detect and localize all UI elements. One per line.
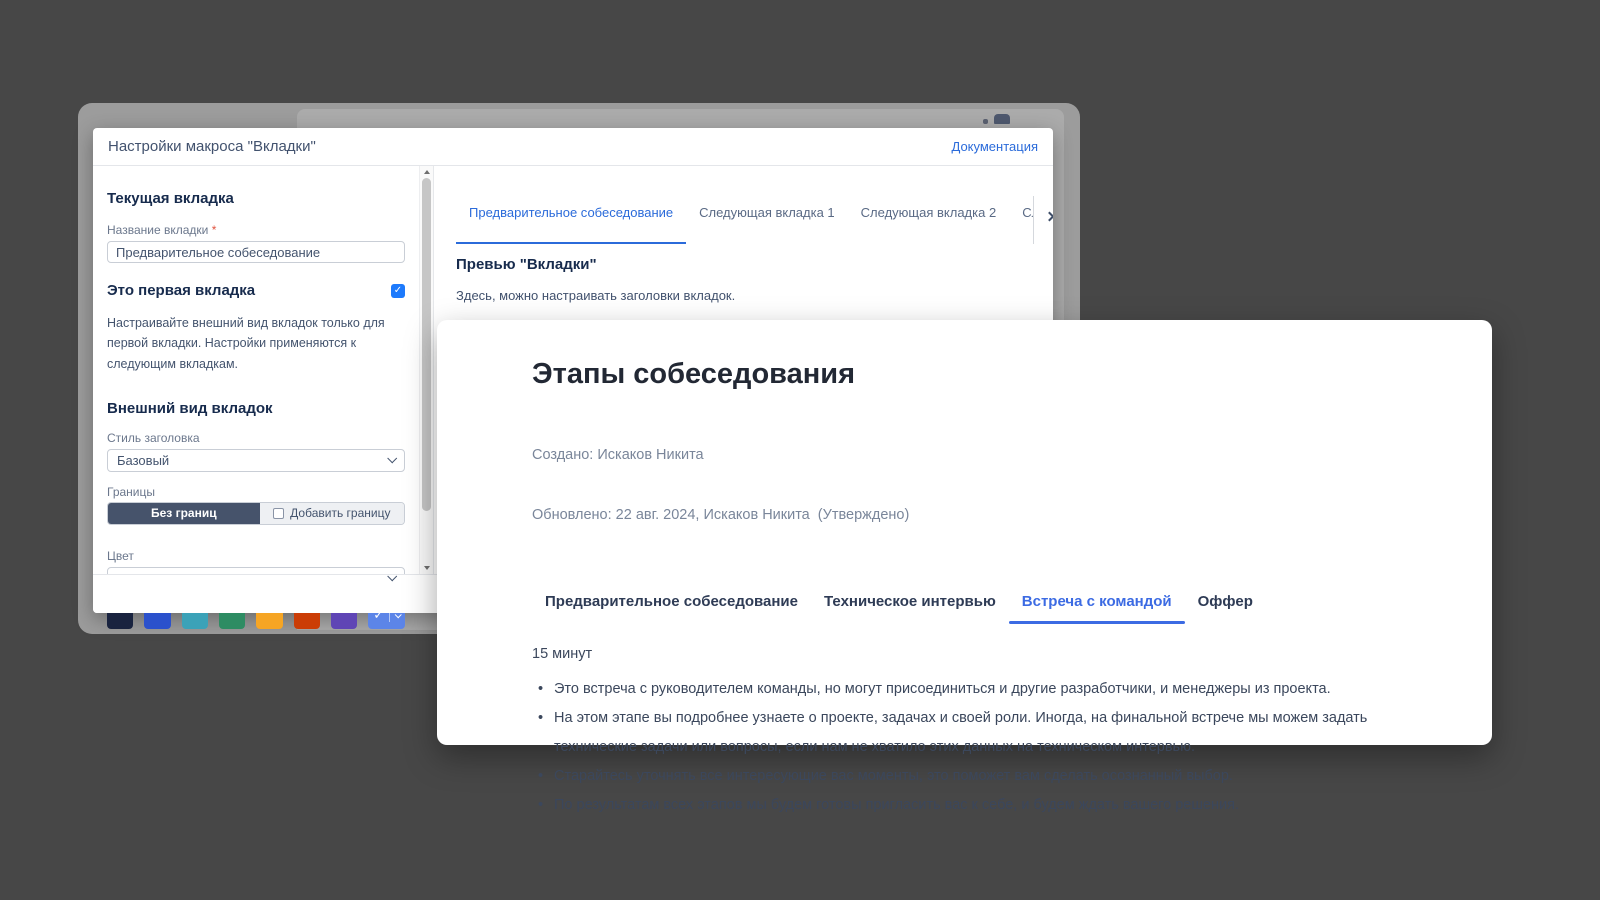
borders-label: Границы bbox=[107, 485, 405, 499]
created-line: Создано: Искаков Никита bbox=[532, 445, 1432, 465]
triangle-up-icon bbox=[424, 170, 430, 174]
tab-name-input[interactable] bbox=[107, 241, 405, 263]
first-tab-checkbox[interactable]: ✓ bbox=[391, 284, 405, 298]
more-tabs-button[interactable] bbox=[1046, 206, 1053, 226]
borders-toggle: Без границ Добавить границу bbox=[107, 502, 405, 525]
settings-form: Текущая вкладка Название вкладки * Это п… bbox=[93, 166, 419, 574]
document-tab-bar: Предварительное собеседование Техническо… bbox=[532, 585, 1432, 624]
doc-tab-technical[interactable]: Техническое интервью bbox=[811, 585, 1009, 624]
doc-tab-preliminary[interactable]: Предварительное собеседование bbox=[532, 585, 811, 624]
header-style-select[interactable]: Базовый bbox=[107, 449, 405, 472]
appearance-section-title: Внешний вид вкладок bbox=[107, 400, 405, 417]
header-style-label: Стиль заголовка bbox=[107, 431, 405, 445]
scroll-up-arrow[interactable] bbox=[420, 166, 433, 178]
chevron-right-icon bbox=[1045, 211, 1053, 221]
list-item: На этом этапе вы подробнее узнаете о про… bbox=[532, 704, 1412, 762]
preview-tab-2[interactable]: Следующая вкладка 1 bbox=[686, 196, 848, 244]
scrollbar-thumb[interactable] bbox=[422, 178, 431, 511]
documentation-link[interactable]: Документация bbox=[952, 139, 1039, 154]
preview-tab-bar: Предварительное собеседование Следующая … bbox=[456, 196, 1053, 244]
first-tab-help-text: Настраивайте внешний вид вкладок только … bbox=[107, 313, 407, 374]
checkmark-icon: ✓ bbox=[394, 285, 402, 296]
scroll-down-arrow[interactable] bbox=[420, 562, 433, 574]
chevron-down-icon bbox=[387, 453, 397, 463]
page-meta: Создано: Искаков Никита Обновлено: 22 ав… bbox=[532, 405, 1432, 565]
updated-line: Обновлено: 22 авг. 2024, Искаков Никита … bbox=[532, 505, 1432, 525]
small-icon-dot bbox=[983, 119, 988, 124]
dialog-header: Настройки макроса "Вкладки" Документация bbox=[93, 128, 1053, 166]
doc-tab-offer[interactable]: Оффер bbox=[1185, 585, 1266, 624]
preview-tab-1[interactable]: Предварительное собеседование bbox=[456, 196, 686, 244]
no-borders-option[interactable]: Без границ bbox=[108, 503, 260, 524]
preview-tab-4[interactable]: Следующ bbox=[1009, 196, 1034, 244]
preview-heading: Превью "Вкладки" bbox=[456, 256, 1053, 273]
duration-text: 15 минут bbox=[532, 646, 1432, 662]
first-tab-label: Это первая вкладка bbox=[107, 282, 255, 299]
list-item: По результатам всех этапов мы будем гото… bbox=[532, 791, 1412, 820]
gear-icon bbox=[994, 114, 1010, 124]
current-tab-section-title: Текущая вкладка bbox=[107, 190, 405, 207]
page-title: Этапы собеседования bbox=[532, 358, 1432, 391]
header-style-value: Базовый bbox=[117, 453, 169, 468]
required-asterisk: * bbox=[212, 223, 217, 237]
preview-tab-3[interactable]: Следующая вкладка 2 bbox=[848, 196, 1010, 244]
add-border-option[interactable]: Добавить границу bbox=[260, 503, 404, 524]
tab-name-label: Название вкладки * bbox=[107, 223, 405, 237]
preview-paragraph-1: Здесь, можно настраивать заголовки вклад… bbox=[456, 288, 1053, 303]
doc-tab-team-meeting[interactable]: Встреча с командой bbox=[1009, 585, 1185, 624]
bullet-list: Это встреча с руководителем команды, но … bbox=[532, 675, 1412, 820]
form-scrollbar[interactable] bbox=[419, 166, 434, 574]
desktop-background: На этом этапе вы под Настройки макроса "… bbox=[0, 0, 1600, 900]
color-label: Цвет bbox=[107, 549, 405, 563]
add-border-checkbox[interactable] bbox=[273, 508, 284, 519]
document-preview-card: Этапы собеседования Создано: Искаков Ник… bbox=[437, 320, 1492, 745]
list-item: Это встреча с руководителем команды, но … bbox=[532, 675, 1412, 704]
triangle-down-icon bbox=[424, 566, 430, 570]
list-item: Старайтесь уточнять все интересующие вас… bbox=[532, 762, 1412, 791]
dialog-title: Настройки макроса "Вкладки" bbox=[108, 138, 316, 155]
